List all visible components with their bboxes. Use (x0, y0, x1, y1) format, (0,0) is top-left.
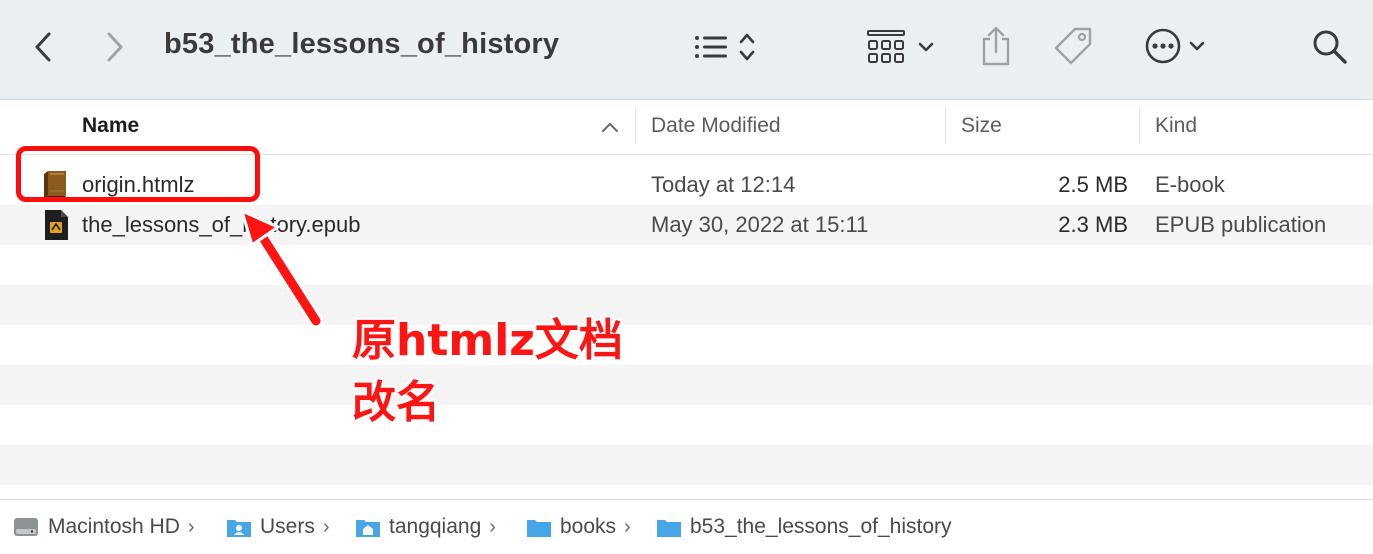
path-label: Macintosh HD (48, 515, 180, 538)
folder-icon (657, 520, 681, 537)
table-row[interactable]: the_lessons_of_history.epub May 30, 2022… (0, 205, 1373, 245)
column-divider[interactable] (945, 108, 946, 144)
tag-button[interactable] (1052, 24, 1096, 68)
more-actions-button[interactable] (1138, 26, 1212, 66)
hard-drive-icon (14, 518, 38, 536)
grid-view-icon (867, 30, 905, 63)
toolbar: b53_the_lessons_of_history (0, 0, 1373, 100)
epub-icon (45, 210, 68, 240)
annotation-line-2: 改名 (352, 377, 440, 428)
search-icon (1313, 30, 1347, 64)
chevron-left-icon (35, 32, 51, 62)
annotation-arrow-icon (240, 209, 323, 328)
sort-ascending-icon[interactable] (600, 120, 620, 134)
file-kind: E-book (1155, 172, 1225, 197)
back-button[interactable] (28, 30, 58, 64)
file-date: May 30, 2022 at 15:11 (651, 212, 869, 237)
path-label: tangqiang (389, 515, 482, 538)
chevron-right-icon: › (489, 515, 496, 538)
path-label: books (560, 515, 617, 538)
chevron-right-icon: › (187, 515, 195, 538)
column-kind-header[interactable]: Kind (1155, 114, 1197, 138)
share-icon (982, 26, 1010, 66)
ellipsis-circle-icon (1145, 28, 1181, 64)
path-item[interactable]: Users › (226, 515, 330, 539)
empty-row (0, 245, 1373, 285)
path-label: Users (260, 515, 315, 538)
file-date: Today at 12:14 (651, 172, 796, 197)
annotation-line-1: 原htmlz文档 (352, 315, 623, 366)
search-button[interactable] (1310, 28, 1350, 66)
folder-icon (527, 520, 551, 537)
path-item[interactable]: Macintosh HD › (12, 515, 195, 539)
file-size: 2.5 MB (1058, 172, 1128, 197)
path-item[interactable]: books › (526, 515, 631, 539)
list-view-icon (695, 36, 727, 58)
sort-arrows-icon (739, 33, 755, 61)
forward-button[interactable] (100, 30, 130, 64)
file-list: origin.htmlz Today at 12:14 2.5 MB E-boo… (0, 165, 1373, 485)
chevron-down-icon (918, 42, 934, 52)
empty-row (0, 405, 1373, 445)
file-size: 2.3 MB (1058, 212, 1128, 237)
home-folder-icon (356, 520, 380, 537)
chevron-right-icon (107, 32, 123, 62)
path-item[interactable]: b53_the_lessons_of_history (656, 515, 952, 539)
share-button[interactable] (978, 24, 1014, 68)
path-label: b53_the_lessons_of_history (690, 515, 952, 538)
path-bar: Macintosh HD › Users › tangqiang › books… (0, 499, 1373, 554)
empty-row (0, 285, 1373, 325)
group-view-button[interactable] (864, 28, 938, 66)
empty-row (0, 445, 1373, 485)
tag-icon (1054, 27, 1092, 65)
users-folder-icon (227, 520, 251, 537)
empty-row (0, 325, 1373, 365)
window-title: b53_the_lessons_of_history (164, 28, 560, 60)
view-options-button[interactable] (686, 30, 764, 64)
chevron-right-icon: › (322, 515, 330, 538)
column-date-modified-header[interactable]: Date Modified (651, 114, 781, 138)
column-size-header[interactable]: Size (961, 114, 1002, 138)
column-divider[interactable] (1139, 108, 1140, 144)
column-divider[interactable] (635, 108, 636, 144)
file-kind: EPUB publication (1155, 212, 1327, 237)
chevron-down-icon (1189, 41, 1205, 51)
chevron-right-icon: › (624, 515, 631, 538)
highlight-box (16, 146, 260, 202)
column-name-header[interactable]: Name (82, 114, 139, 138)
empty-row (0, 365, 1373, 405)
path-item[interactable]: tangqiang › (355, 515, 496, 539)
annotation-text: 原htmlz文档 改名 (352, 310, 623, 434)
